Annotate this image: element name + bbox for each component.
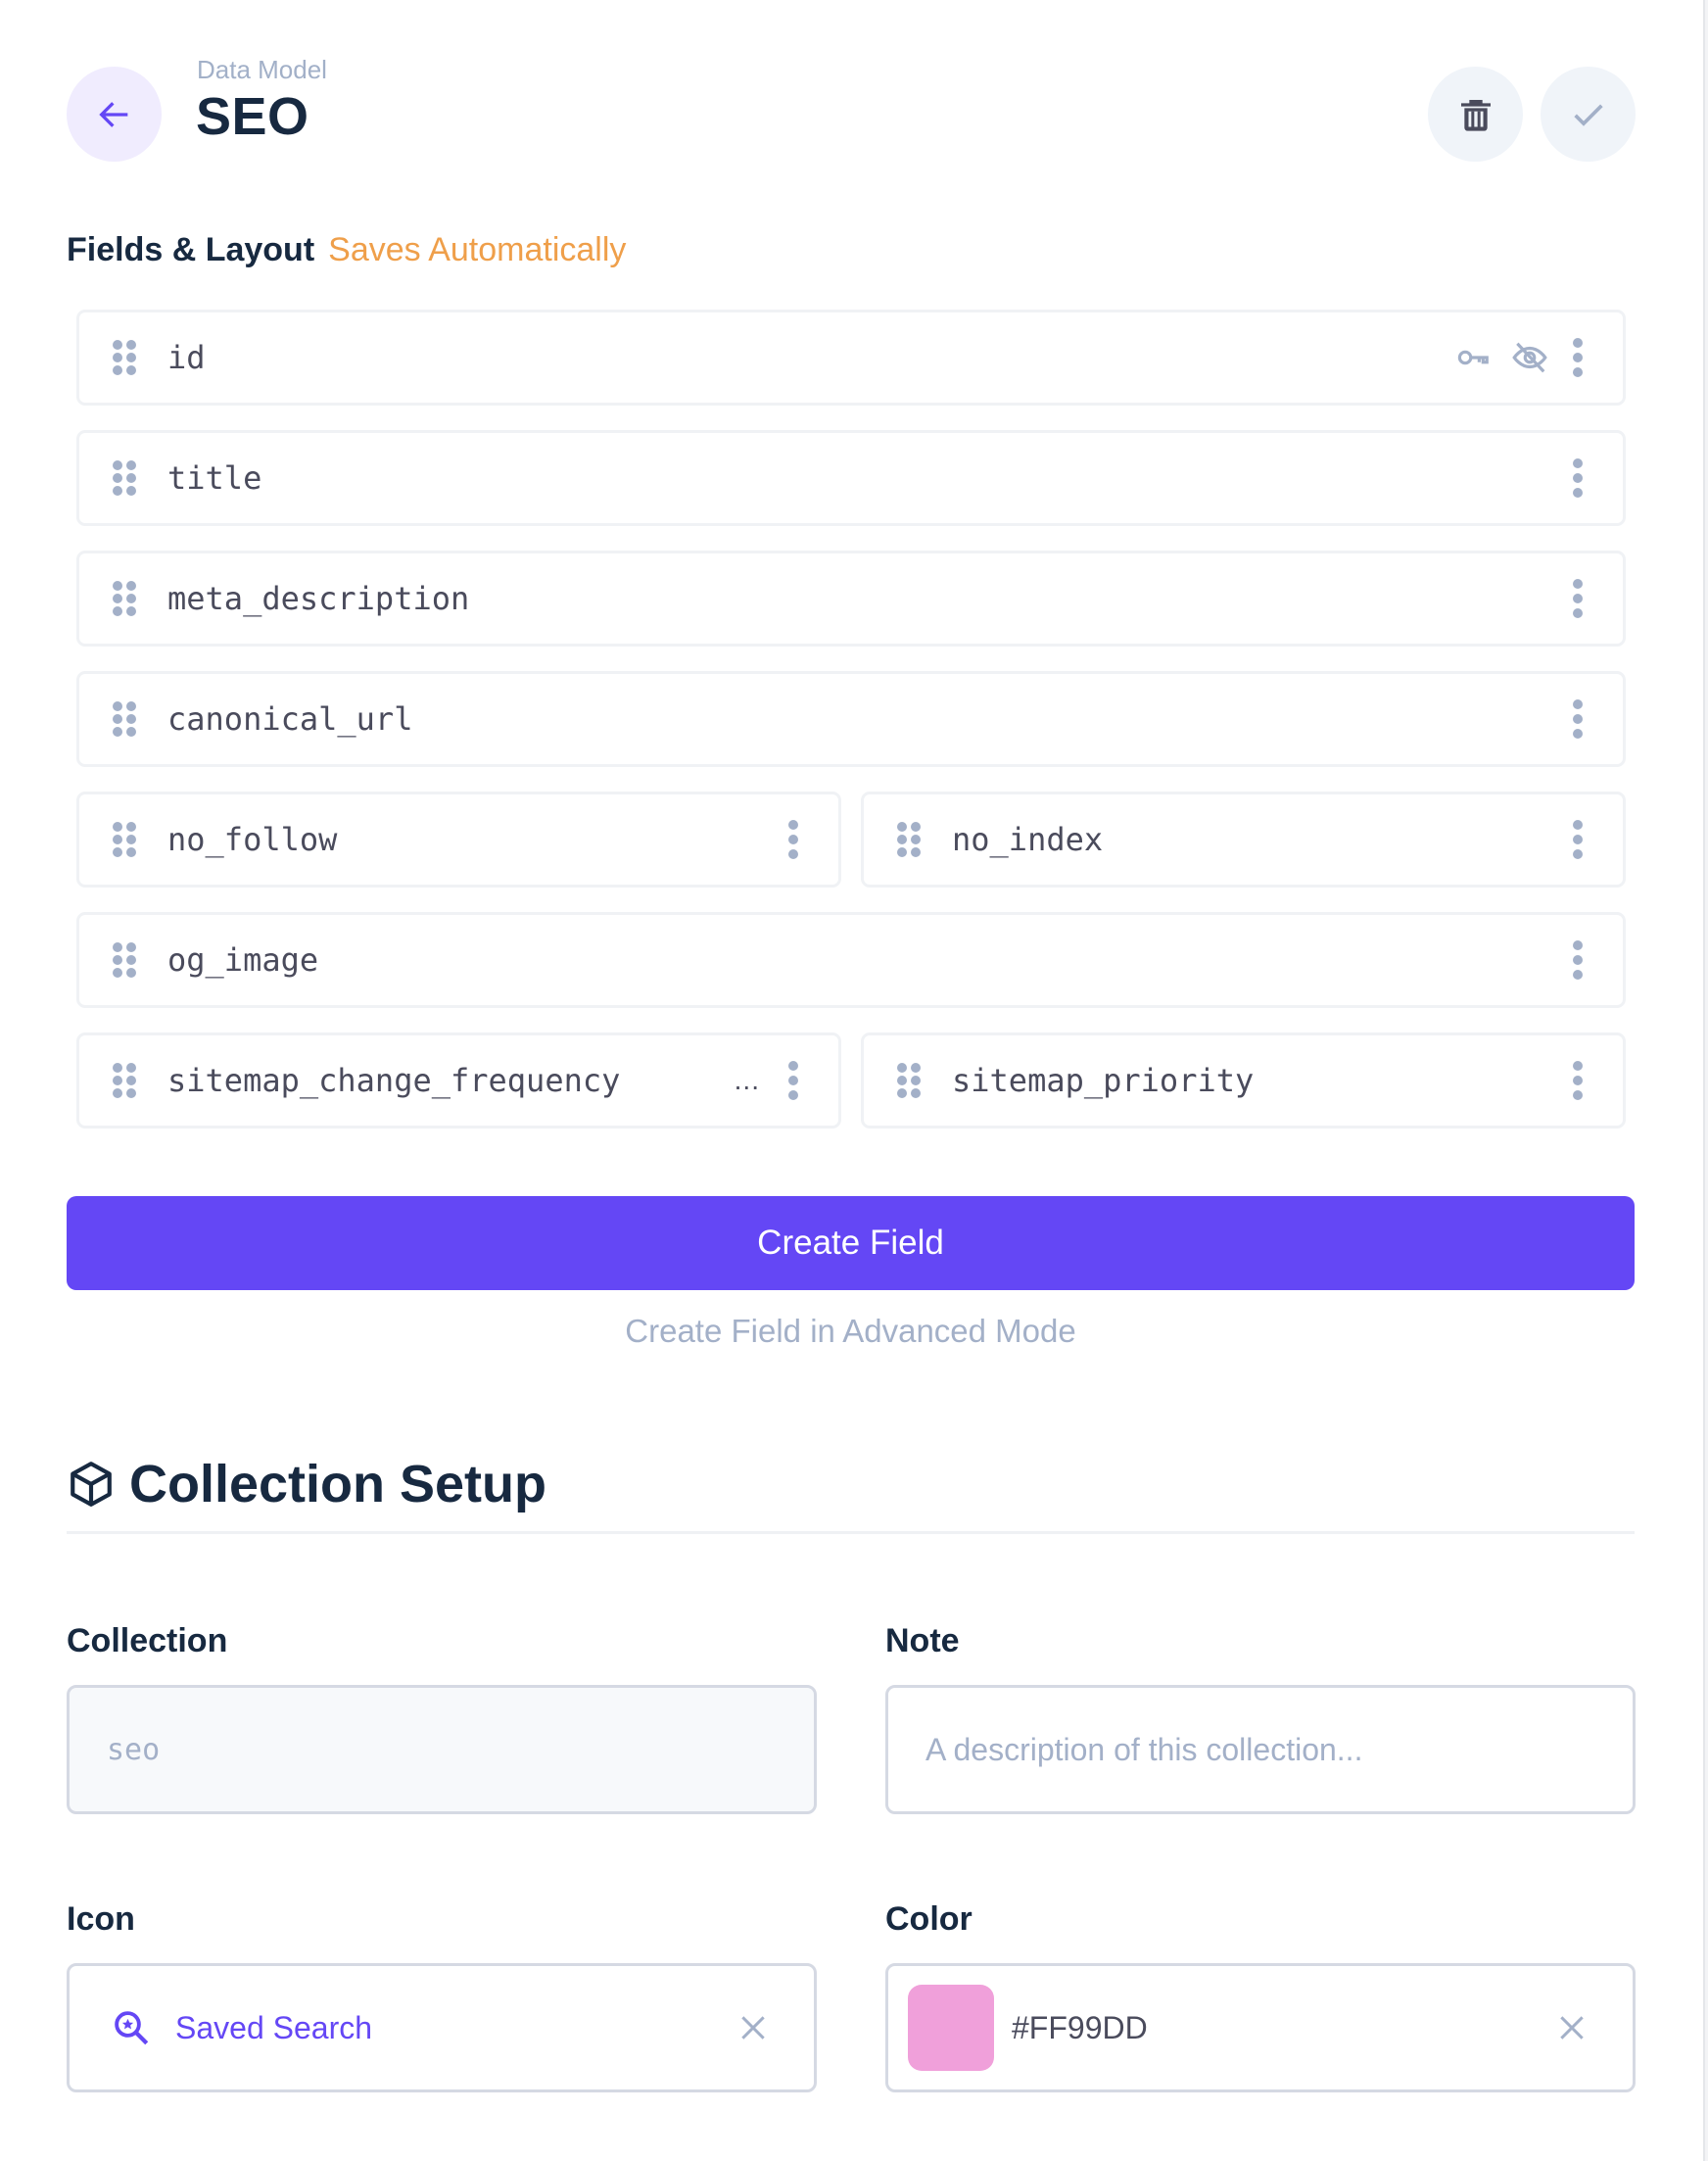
back-button[interactable] [67, 67, 162, 162]
save-button[interactable] [1541, 67, 1636, 162]
field-row-sitemap-change-frequency[interactable]: sitemap_change_frequency ... [76, 1032, 841, 1129]
more-options-icon[interactable] [1572, 820, 1584, 859]
fields-layout-label: Fields & Layout Saves Automatically [67, 231, 626, 269]
collection-setup-title: Collection Setup [129, 1455, 547, 1513]
drag-handle-icon[interactable] [113, 460, 136, 496]
color-value: #FF99DD [1012, 2009, 1148, 2045]
fields-layout-title: Fields & Layout [67, 231, 315, 268]
icon-label: Icon [67, 1900, 135, 1938]
section-divider [67, 1531, 1635, 1534]
more-options-icon[interactable] [1572, 1061, 1584, 1100]
saves-automatically-status: Saves Automatically [328, 231, 627, 268]
trash-icon [1460, 99, 1491, 131]
key-icon [1454, 339, 1492, 376]
create-field-button[interactable]: Create Field [67, 1196, 1635, 1290]
more-options-icon[interactable] [1572, 579, 1584, 618]
more-options-icon[interactable] [787, 820, 799, 859]
clear-icon[interactable] [1556, 2012, 1588, 2043]
scrollbar-edge [1703, 0, 1708, 2161]
page-title: SEO [196, 87, 309, 146]
more-options-icon[interactable] [1572, 699, 1584, 739]
drag-handle-icon[interactable] [113, 1063, 136, 1098]
field-name: canonical_url [167, 700, 413, 738]
color-label: Color [885, 1900, 973, 1938]
color-input[interactable]: #FF99DD [885, 1963, 1636, 2092]
box-icon [71, 1462, 112, 1507]
more-options-icon[interactable] [1572, 458, 1584, 498]
field-name: meta_description [167, 580, 470, 617]
field-name: sitemap_change_frequency [167, 1062, 621, 1099]
drag-handle-icon[interactable] [113, 340, 136, 375]
collection-value: seo [107, 1732, 161, 1767]
icon-value: Saved Search [175, 2009, 373, 2045]
create-field-advanced-link[interactable]: Create Field in Advanced Mode [67, 1313, 1635, 1350]
field-name: no_index [952, 821, 1104, 858]
drag-handle-icon[interactable] [113, 581, 136, 616]
arrow-left-icon [98, 101, 127, 127]
field-row-title[interactable]: title [76, 430, 1626, 526]
field-row-no-follow[interactable]: no_follow [76, 792, 841, 888]
field-name: no_follow [167, 821, 338, 858]
field-row-og-image[interactable]: og_image [76, 912, 1626, 1008]
more-options-icon[interactable] [1572, 338, 1584, 377]
eye-off-icon [1511, 339, 1548, 376]
color-swatch[interactable] [908, 1985, 994, 2071]
field-name: id [167, 339, 206, 376]
delete-button[interactable] [1428, 67, 1523, 162]
field-name: sitemap_priority [952, 1062, 1255, 1099]
collection-input[interactable]: seo [67, 1685, 817, 1814]
more-options-icon[interactable] [787, 1061, 799, 1100]
field-row-meta-description[interactable]: meta_description [76, 551, 1626, 647]
truncation-indicator: ... [734, 1065, 760, 1095]
field-name: og_image [167, 941, 319, 979]
breadcrumb[interactable]: Data Model [197, 55, 327, 85]
collection-setup-heading: Collection Setup [67, 1454, 546, 1514]
field-row-canonical-url[interactable]: canonical_url [76, 671, 1626, 767]
collection-label: Collection [67, 1622, 228, 1659]
drag-handle-icon[interactable] [113, 942, 136, 978]
more-options-icon[interactable] [1572, 940, 1584, 980]
note-label: Note [885, 1622, 960, 1659]
field-row-no-index[interactable]: no_index [861, 792, 1626, 888]
drag-handle-icon[interactable] [113, 701, 136, 737]
drag-handle-icon[interactable] [897, 1063, 921, 1098]
icon-select[interactable]: Saved Search [67, 1963, 817, 2092]
clear-icon[interactable] [737, 2012, 769, 2043]
field-row-sitemap-priority[interactable]: sitemap_priority [861, 1032, 1626, 1129]
note-placeholder: A description of this collection... [925, 1731, 1363, 1767]
check-icon [1573, 104, 1603, 126]
drag-handle-icon[interactable] [113, 822, 136, 857]
field-row-id[interactable]: id [76, 310, 1626, 406]
note-input[interactable]: A description of this collection... [885, 1685, 1636, 1814]
field-name: title [167, 459, 262, 497]
saved-search-icon [115, 2011, 149, 2045]
drag-handle-icon[interactable] [897, 822, 921, 857]
